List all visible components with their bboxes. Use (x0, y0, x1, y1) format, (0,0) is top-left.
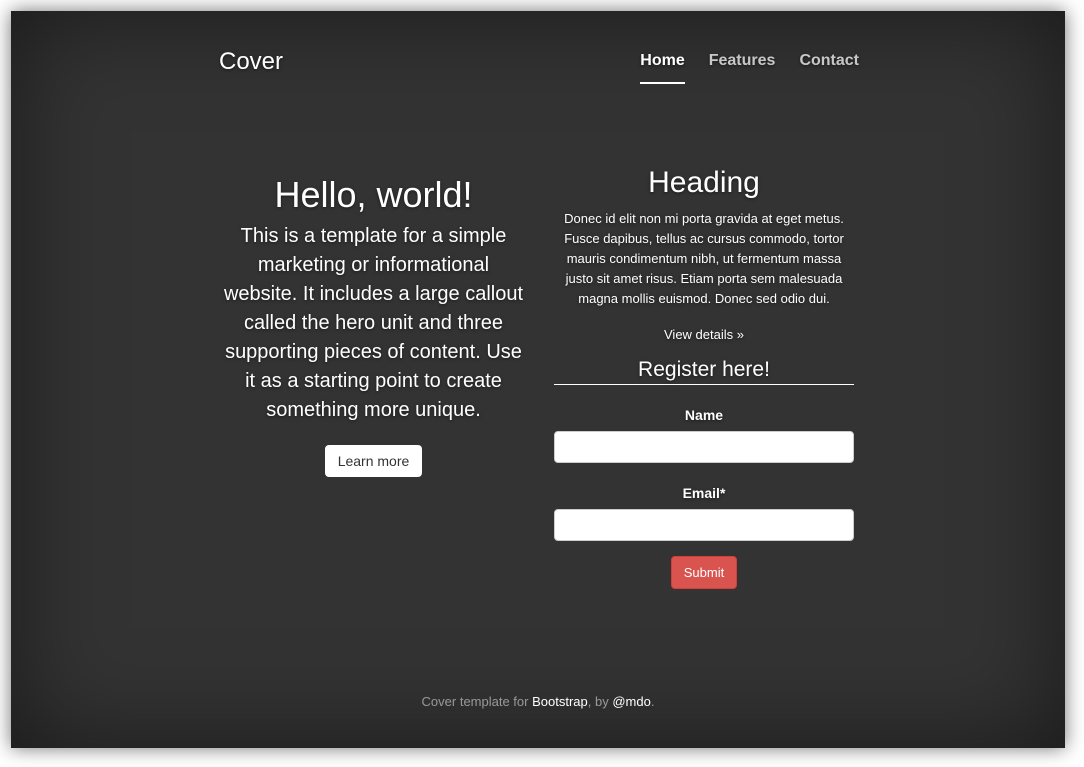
side-heading: Heading (648, 166, 760, 199)
email-input[interactable] (554, 509, 854, 541)
bootstrap-link[interactable]: Bootstrap (532, 694, 588, 709)
footer-suffix: . (650, 694, 655, 709)
hero-title: Hello, world! (274, 174, 473, 215)
brand-logo[interactable]: Cover (219, 48, 283, 76)
nav-home[interactable]: Home (640, 52, 685, 84)
name-label: Name (684, 407, 724, 423)
hero-section: Hello, world! This is a template for a s… (221, 173, 526, 478)
nav-contact[interactable]: Contact (799, 52, 859, 84)
register-title: Register here! (554, 358, 854, 385)
mdo-link[interactable]: @mdo (612, 694, 651, 709)
footer-middle: , by (587, 694, 613, 709)
main-nav: Home Features Contact (616, 52, 859, 84)
footer-prefix: Cover template for (421, 694, 533, 709)
name-input[interactable] (554, 431, 854, 463)
email-label: Email* (682, 485, 726, 501)
side-section: Heading Donec id elit non mi porta gravi… (554, 166, 854, 589)
page-window: Cover Home Features Contact Hello, world… (11, 11, 1065, 748)
submit-button[interactable]: Submit (670, 556, 738, 589)
nav-features[interactable]: Features (709, 52, 776, 84)
view-details-link[interactable]: View details » (554, 327, 854, 342)
side-text: Donec id elit non mi porta gravida at eg… (564, 211, 844, 306)
hero-text: This is a template for a simple marketin… (223, 225, 524, 422)
learn-more-button[interactable]: Learn more (324, 445, 423, 478)
footer: Cover template for Bootstrap, by @mdo. (11, 694, 1065, 709)
